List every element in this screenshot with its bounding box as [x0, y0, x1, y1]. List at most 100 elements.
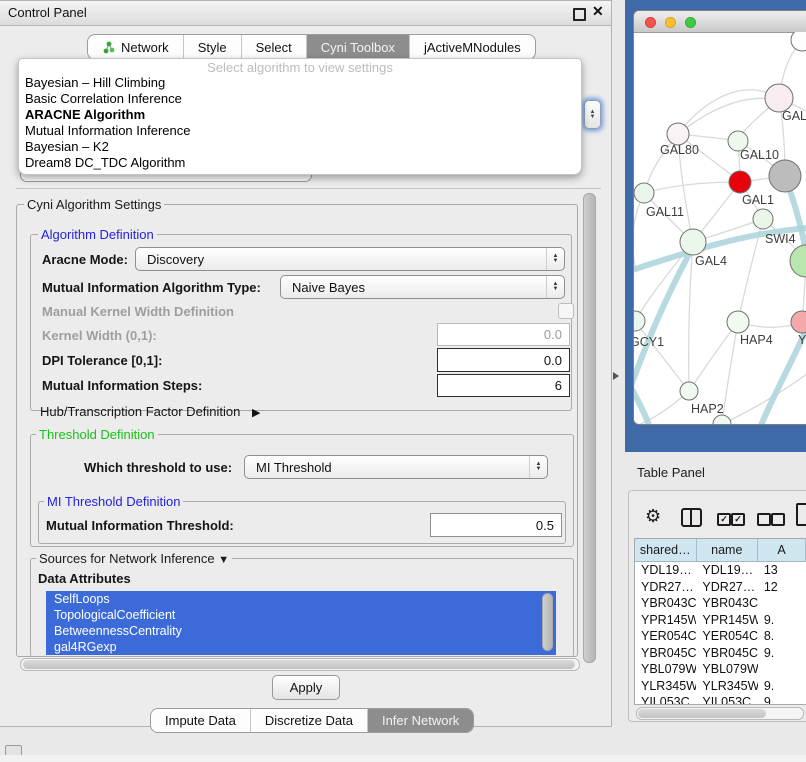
deselect-all-checkbox-icon[interactable] [757, 513, 771, 526]
cyni-settings-title: Cyni Algorithm Settings [24, 197, 164, 212]
section-divider [16, 188, 601, 189]
table-row[interactable]: YDL19…YDL19…13 [635, 562, 806, 579]
gear-icon[interactable]: ⚙ [645, 506, 661, 527]
data-attribute-item[interactable]: SelfLoops [46, 591, 556, 607]
network-window-titlebar[interactable] [634, 11, 806, 33]
mi-type-combo[interactable]: Naive Bayes ▲▼ [280, 275, 565, 299]
data-attribute-item[interactable]: BetweennessCentrality [46, 623, 556, 639]
network-node[interactable] [680, 229, 706, 255]
dpi-tolerance-field[interactable]: 0.0 [437, 348, 570, 372]
mi-threshold-field[interactable]: 0.5 [430, 513, 562, 537]
control-panel-titlebar[interactable]: Control Panel ✕ [0, 1, 611, 26]
deselect-all-checkbox-icon[interactable] [771, 513, 785, 526]
network-node[interactable] [765, 84, 793, 112]
network-node[interactable] [634, 311, 645, 331]
table-header-row: shared…nameA [635, 539, 806, 562]
settings-vertical-scrollbar[interactable] [583, 193, 596, 663]
network-node[interactable] [667, 123, 689, 145]
algorithm-option[interactable]: Bayesian – K2 [25, 139, 109, 154]
aracne-mode-combo[interactable]: Discovery ▲▼ [135, 247, 565, 271]
column-header-name[interactable]: name [697, 539, 759, 561]
column-panes-icon[interactable] [681, 508, 702, 527]
network-node[interactable] [713, 415, 731, 425]
network-node[interactable] [680, 382, 698, 400]
network-node[interactable] [790, 245, 806, 277]
table-row[interactable]: YBR043CYBR043C [635, 595, 806, 612]
table-row[interactable]: YPR145WYPR145W9. [635, 612, 806, 629]
table-cell: YDL19… [635, 563, 696, 577]
mi-steps-value: 6 [555, 378, 562, 393]
network-canvas[interactable]: GALGAL80GAL10GAL1GAL11SWI4GAL4GCY1HAP4YH… [634, 32, 806, 425]
apply-button[interactable]: Apply [272, 675, 340, 700]
document-icon[interactable] [796, 503, 806, 526]
tab-network[interactable]: Network [88, 35, 184, 59]
which-threshold-combo[interactable]: MI Threshold ▲▼ [244, 455, 548, 479]
algorithm-option[interactable]: ARACNE Algorithm [25, 107, 145, 122]
sources-title[interactable]: Sources for Network Inference ▼ [36, 551, 232, 566]
column-header-shared[interactable]: shared… [635, 539, 697, 561]
algorithm-option[interactable]: Dream8 DC_TDC Algorithm [25, 155, 185, 170]
data-attribute-item[interactable]: TopologicalCoefficient [46, 607, 556, 623]
network-node[interactable] [791, 32, 806, 51]
table-row[interactable]: YBR045CYBR045C9. [635, 645, 806, 662]
table-cell: YER054C [696, 629, 757, 643]
close-traffic-light[interactable] [645, 17, 656, 28]
node-label: HAP4 [740, 333, 773, 347]
network-node[interactable] [727, 311, 749, 333]
table-cell: YIL053C [635, 695, 696, 705]
data-attribute-item[interactable]: gal4RGexp [46, 639, 556, 655]
table-hscroll-thumb[interactable] [638, 709, 766, 718]
mi-threshold-group-title: MI Threshold Definition [44, 494, 183, 509]
network-node[interactable] [634, 183, 654, 203]
algorithm-dropdown-popup: Select algorithm to view settings Bayesi… [18, 58, 582, 175]
algorithm-option[interactable]: Bayesian – Hill Climbing [25, 75, 165, 90]
settings-hscroll-thumb[interactable] [23, 660, 575, 669]
algorithm-option[interactable]: Mutual Information Inference [25, 123, 190, 138]
algorithm-option[interactable]: Basic Correlation Inference [25, 91, 182, 106]
network-edge [689, 322, 738, 391]
table-cell: YLR345W [696, 679, 757, 693]
screenshot-root: Control Panel ✕ NetworkStyleSelectCyni T… [0, 0, 806, 762]
table-row[interactable]: YER054CYER054C8. [635, 628, 806, 645]
mi-steps-field[interactable]: 6 [437, 374, 570, 397]
combo-stepper-icon: ▲▼ [529, 456, 547, 478]
close-icon[interactable]: ✕ [592, 3, 604, 20]
data-attributes-list: SelfLoopsTopologicalCoefficientBetweenne… [46, 591, 556, 655]
tab-impute-data[interactable]: Impute Data [151, 709, 251, 732]
network-node[interactable] [791, 311, 806, 333]
network-node[interactable] [769, 160, 801, 192]
hub-definition-label: Hub/Transcription Factor Definition [40, 404, 240, 419]
tab-select[interactable]: Select [242, 35, 307, 59]
settings-horizontal-scrollbar[interactable] [20, 658, 580, 671]
hub-definition-toggle[interactable]: Hub/Transcription Factor Definition ▶ [40, 404, 260, 419]
network-edge [644, 182, 740, 193]
node-table: shared…nameAYDL19…YDL19…13YDR27…YDR27…12… [634, 538, 806, 705]
tab-label: Infer Network [382, 713, 459, 728]
minimize-traffic-light[interactable] [665, 17, 676, 28]
tab-jactivemnodules[interactable]: jActiveMNodules [410, 35, 535, 59]
zoom-traffic-light[interactable] [685, 17, 696, 28]
tab-discretize-data[interactable]: Discretize Data [251, 709, 368, 732]
network-icon [102, 41, 115, 54]
splitter-arrow-icon[interactable] [613, 372, 619, 380]
select-all-checkbox-icon[interactable]: ✓ [717, 513, 731, 526]
control-panel-title: Control Panel [8, 5, 87, 20]
algorithm-combo-focus-cap[interactable]: ▲▼ [584, 100, 601, 129]
network-node[interactable] [729, 171, 751, 193]
tab-infer-network[interactable]: Infer Network [368, 709, 473, 732]
select-all-checkbox-icon[interactable]: ✓ [731, 513, 745, 526]
table-row[interactable]: YDR27…YDR27…12 [635, 579, 806, 596]
attributes-list-scrollbar[interactable] [542, 593, 553, 651]
network-node[interactable] [753, 209, 773, 229]
table-cell: 12 [758, 580, 806, 594]
column-header-A[interactable]: A [758, 539, 806, 561]
table-row[interactable]: YIL053CYIL053C9 [635, 694, 806, 705]
node-label: GCY1 [634, 335, 664, 349]
table-row[interactable]: YBL079WYBL079W [635, 661, 806, 678]
table-row[interactable]: YLR345WYLR345W9. [635, 678, 806, 695]
table-cell: 9. [758, 679, 806, 693]
node-label: GAL1 [742, 193, 774, 207]
float-window-icon[interactable] [573, 8, 586, 21]
tab-cyni-toolbox[interactable]: Cyni Toolbox [307, 35, 410, 59]
tab-style[interactable]: Style [184, 35, 242, 59]
